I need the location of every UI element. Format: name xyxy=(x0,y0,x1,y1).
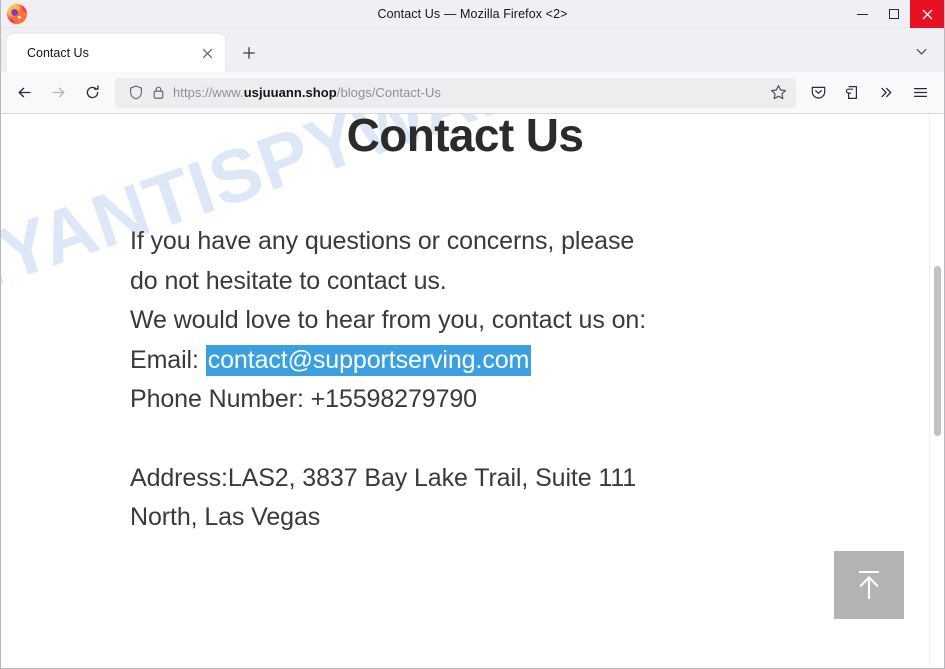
window-title: Contact Us — Mozilla Firefox <2> xyxy=(377,6,568,21)
title-bar: Contact Us — Mozilla Firefox <2> xyxy=(1,0,944,28)
scrollbar-thumb[interactable] xyxy=(934,266,941,436)
reload-icon xyxy=(86,85,99,99)
intro-line-2: do not hesitate to contact us. xyxy=(130,266,447,295)
pocket-icon xyxy=(811,86,826,99)
web-page-content: MYANTISPYWARE.COM Contact Us If you have… xyxy=(1,114,929,667)
reload-button[interactable] xyxy=(76,78,109,108)
intro-line-3: We would love to hear from you, contact … xyxy=(130,306,647,334)
address-line-2: North, Las Vegas xyxy=(130,503,321,531)
scroll-to-top-icon xyxy=(859,570,879,599)
url-prefix: https://www. xyxy=(173,85,244,100)
forward-button[interactable] xyxy=(42,78,75,108)
new-tab-button[interactable] xyxy=(233,37,265,69)
contact-body-copy: If you have any questions or concerns, p… xyxy=(130,222,820,538)
intro-line-1: If you have any questions or concerns, p… xyxy=(130,227,635,255)
firefox-logo-icon xyxy=(7,3,27,24)
email-label: Email: xyxy=(130,345,206,374)
url-text[interactable]: https://www.usjuuann.shop/blogs/Contact-… xyxy=(173,85,764,100)
maximize-button[interactable] xyxy=(878,0,910,28)
shield-icon[interactable] xyxy=(125,83,147,103)
toolbar-end-group xyxy=(802,78,937,108)
tab-strip: Contact Us xyxy=(1,28,944,72)
page-viewport: MYANTISPYWARE.COM Contact Us If you have… xyxy=(1,114,944,667)
tab-contact-us[interactable]: Contact Us xyxy=(7,34,225,72)
navigation-toolbar: https://www.usjuuann.shop/blogs/Contact-… xyxy=(1,72,944,114)
hamburger-menu-icon xyxy=(913,87,928,98)
url-domain: usjuuann.shop xyxy=(243,85,337,100)
chevron-down-icon xyxy=(916,48,926,55)
forward-arrow-icon xyxy=(52,87,65,98)
save-to-device-button[interactable] xyxy=(836,78,869,108)
window-controls xyxy=(846,0,944,28)
tab-label: Contact Us xyxy=(27,46,89,60)
firefox-window: Contact Us — Mozilla Firefox <2> Contact… xyxy=(0,0,945,669)
padlock-icon[interactable] xyxy=(147,83,169,103)
page-scrollbar[interactable] xyxy=(929,114,944,667)
url-path: /blogs/Contact-Us xyxy=(336,85,441,100)
close-button[interactable] xyxy=(910,0,944,28)
page-title: Contact Us xyxy=(346,114,584,161)
minimize-button[interactable] xyxy=(846,0,878,28)
double-chevron-right-icon xyxy=(881,87,892,98)
address-line-1: Address:LAS2, 3837 Bay Lake Trail, Suite… xyxy=(130,463,637,492)
save-to-device-icon xyxy=(845,86,857,99)
back-arrow-icon xyxy=(18,87,31,98)
overflow-button[interactable] xyxy=(870,78,903,108)
pocket-button[interactable] xyxy=(802,78,835,108)
close-icon xyxy=(922,9,932,19)
app-menu-button[interactable] xyxy=(904,78,937,108)
bookmark-star-icon[interactable] xyxy=(764,80,792,106)
email-value-selected[interactable]: contact@supportserving.com xyxy=(205,344,532,376)
list-all-tabs-button[interactable] xyxy=(908,39,934,63)
scroll-to-top-button[interactable] xyxy=(834,551,904,619)
plus-icon xyxy=(243,47,255,59)
email-line: Email: contact@supportserving.com xyxy=(130,341,820,381)
phone-line: Phone Number: +15598279790 xyxy=(130,385,477,413)
back-button[interactable] xyxy=(8,78,41,108)
url-bar[interactable]: https://www.usjuuann.shop/blogs/Contact-… xyxy=(115,77,796,108)
tab-close-icon[interactable] xyxy=(197,43,217,63)
